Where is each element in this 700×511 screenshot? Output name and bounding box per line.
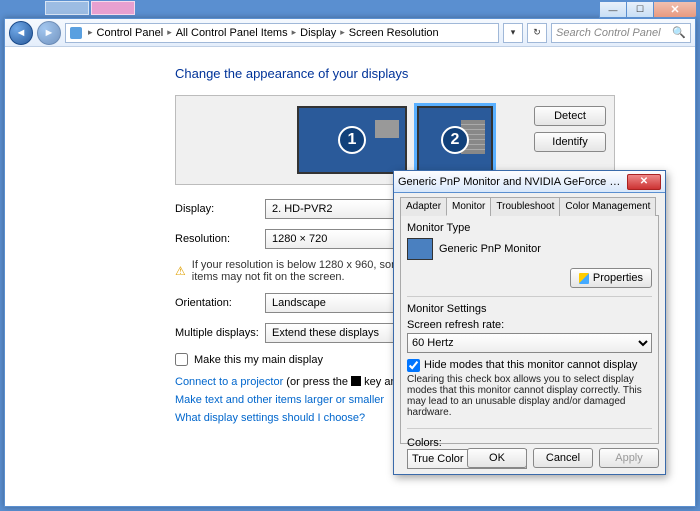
hide-modes-label: Hide modes that this monitor cannot disp… xyxy=(424,359,637,371)
ok-button[interactable]: OK xyxy=(467,448,527,468)
monitor-settings-group-label: Monitor Settings xyxy=(407,303,652,315)
taskbar-thumb[interactable] xyxy=(91,1,135,15)
tab-adapter[interactable]: Adapter xyxy=(400,197,447,216)
crumb-display[interactable]: Display xyxy=(300,27,336,39)
crumb-control-panel[interactable]: Control Panel xyxy=(97,27,164,39)
monitor-number-badge: 1 xyxy=(338,126,366,154)
orientation-label: Orientation: xyxy=(175,297,265,309)
multiple-displays-label: Multiple displays: xyxy=(175,327,265,339)
close-icon: ✕ xyxy=(670,3,679,16)
close-button[interactable]: ✕ xyxy=(653,2,697,18)
chevron-right-icon: ▸ xyxy=(167,27,172,38)
dialog-title: Generic PnP Monitor and NVIDIA GeForce G… xyxy=(398,176,623,188)
search-icon: 🔍 xyxy=(672,26,686,39)
tab-monitor[interactable]: Monitor xyxy=(446,197,491,216)
apply-button[interactable]: Apply xyxy=(599,448,659,468)
address-toolbar: ◄ ► ▸ Control Panel ▸ All Control Panel … xyxy=(5,19,695,47)
refresh-rate-label: Screen refresh rate: xyxy=(407,319,652,331)
maximize-button[interactable]: ☐ xyxy=(626,2,654,18)
back-button[interactable]: ◄ xyxy=(9,21,33,45)
search-input[interactable]: Search Control Panel 🔍 xyxy=(551,23,691,43)
monitor-properties-button[interactable]: Properties xyxy=(570,268,652,288)
display-label: Display: xyxy=(175,203,265,215)
resolution-warning: If your resolution is below 1280 x 960, … xyxy=(192,259,425,283)
window-chrome-buttons: — ☐ ✕ xyxy=(600,2,697,18)
breadcrumb-dropdown[interactable]: ▾ xyxy=(503,23,523,43)
chevron-right-icon: ▸ xyxy=(340,27,345,38)
minimize-icon: — xyxy=(609,5,618,15)
main-display-label: Make this my main display xyxy=(194,354,323,366)
monitor-type-group-label: Monitor Type xyxy=(407,222,652,234)
minimize-button[interactable]: — xyxy=(599,2,627,18)
windows-key-icon xyxy=(351,376,361,386)
dialog-tabs: Adapter Monitor Troubleshoot Color Manag… xyxy=(400,197,659,216)
monitor-1[interactable]: 1 xyxy=(297,106,407,174)
resolution-label: Resolution: xyxy=(175,233,265,245)
chevron-right-icon: ▸ xyxy=(292,27,297,38)
monitor-number-badge: 2 xyxy=(441,126,469,154)
properties-button-label: Properties xyxy=(593,272,643,284)
tab-color-management[interactable]: Color Management xyxy=(559,197,656,216)
cancel-button[interactable]: Cancel xyxy=(533,448,593,468)
dialog-close-button[interactable]: ✕ xyxy=(627,174,661,190)
forward-button[interactable]: ► xyxy=(37,21,61,45)
tab-troubleshoot[interactable]: Troubleshoot xyxy=(490,197,560,216)
monitor-2[interactable]: 2 xyxy=(417,106,493,174)
forward-icon: ► xyxy=(44,27,55,39)
refresh-rate-select[interactable]: 60 Hertz xyxy=(407,333,652,353)
projector-hint: (or press the xyxy=(286,376,351,388)
colors-label: Colors: xyxy=(407,437,442,449)
monitor-name: Generic PnP Monitor xyxy=(439,243,541,255)
back-icon: ◄ xyxy=(16,27,27,39)
identify-button[interactable]: Identify xyxy=(534,132,606,152)
detect-button[interactable]: Detect xyxy=(534,106,606,126)
control-panel-icon xyxy=(70,27,82,39)
monitor-icon xyxy=(407,238,433,260)
crumb-all-items[interactable]: All Control Panel Items xyxy=(176,27,288,39)
maximize-icon: ☐ xyxy=(636,4,644,15)
dialog-body: Adapter Monitor Troubleshoot Color Manag… xyxy=(394,193,665,448)
taskbar-thumb[interactable] xyxy=(45,1,89,15)
monitor-tab-pane: Monitor Type Generic PnP Monitor Propert… xyxy=(400,216,659,444)
uac-shield-icon xyxy=(579,273,589,284)
monitor-properties-dialog: Generic PnP Monitor and NVIDIA GeForce G… xyxy=(393,170,666,475)
chevron-right-icon: ▸ xyxy=(88,27,93,38)
page-title: Change the appearance of your displays xyxy=(175,66,671,81)
refresh-button[interactable]: ↻ xyxy=(527,23,547,43)
main-display-checkbox[interactable] xyxy=(175,353,188,366)
hide-modes-hint: Clearing this check box allows you to se… xyxy=(407,374,652,418)
breadcrumb[interactable]: ▸ Control Panel ▸ All Control Panel Item… xyxy=(65,23,499,43)
connect-projector-link[interactable]: Connect to a projector xyxy=(175,376,283,388)
search-placeholder: Search Control Panel xyxy=(556,27,661,39)
warning-icon: ⚠ xyxy=(175,264,186,278)
taskbar-thumbnails xyxy=(45,1,135,15)
hide-modes-checkbox[interactable] xyxy=(407,359,420,372)
close-icon: ✕ xyxy=(640,176,648,187)
dialog-footer: OK Cancel Apply xyxy=(467,448,659,468)
crumb-screen-resolution: Screen Resolution xyxy=(349,27,439,39)
dialog-titlebar[interactable]: Generic PnP Monitor and NVIDIA GeForce G… xyxy=(394,171,665,193)
